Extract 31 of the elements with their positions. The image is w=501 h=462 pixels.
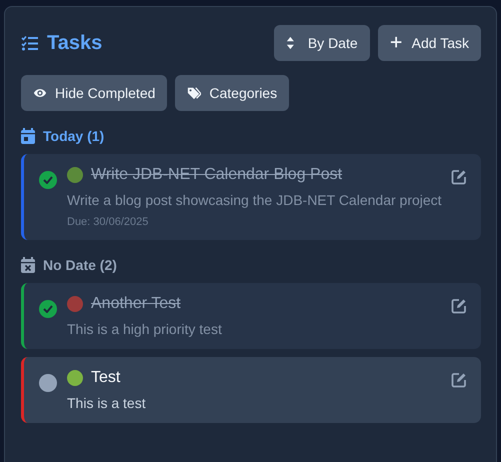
task-description: Write a blog post showcasing the JDB-NET Calendar project — [67, 192, 443, 208]
check-icon — [43, 176, 53, 184]
sort-button[interactable]: By Date — [274, 25, 370, 61]
tags-icon — [187, 86, 202, 100]
task-card[interactable]: Test This is a test — [21, 357, 481, 423]
task-description: This is a test — [67, 395, 147, 411]
task-title: Test — [91, 369, 120, 387]
panel-title: Tasks — [47, 32, 102, 54]
task-card[interactable]: Write JDB-NET Calendar Blog Post Write a blog post showcasing the JDB-NET Calendar project Due: 30/06/2025 — [21, 154, 481, 240]
task-card[interactable]: Another Test This is a high priority test — [21, 283, 481, 349]
eye-icon — [33, 86, 47, 100]
calendar-icon — [21, 128, 35, 144]
add-task-button[interactable]: Add Task — [378, 25, 481, 61]
edit-icon[interactable] — [451, 298, 467, 314]
edit-icon[interactable] — [451, 372, 467, 388]
calendar-x-icon — [21, 257, 35, 273]
task-description: This is a high priority test — [67, 321, 223, 337]
task-title: Another Test — [91, 295, 181, 313]
completion-checkbox[interactable] — [39, 171, 57, 189]
categories-button[interactable]: Categories — [175, 75, 290, 111]
edit-icon[interactable] — [451, 169, 467, 185]
completion-checkbox[interactable] — [39, 374, 57, 392]
task-title: Write JDB-NET Calendar Blog Post — [91, 166, 342, 184]
plus-icon — [390, 36, 404, 50]
hide-completed-button[interactable]: Hide Completed — [21, 75, 168, 111]
group-heading: No Date (2) — [43, 257, 117, 273]
check-icon — [43, 305, 53, 313]
checklist-icon — [21, 35, 39, 51]
completion-checkbox[interactable] — [39, 300, 57, 318]
group-heading: Today (1) — [43, 128, 104, 144]
due-date: Due: 30/06/2025 — [67, 216, 150, 228]
